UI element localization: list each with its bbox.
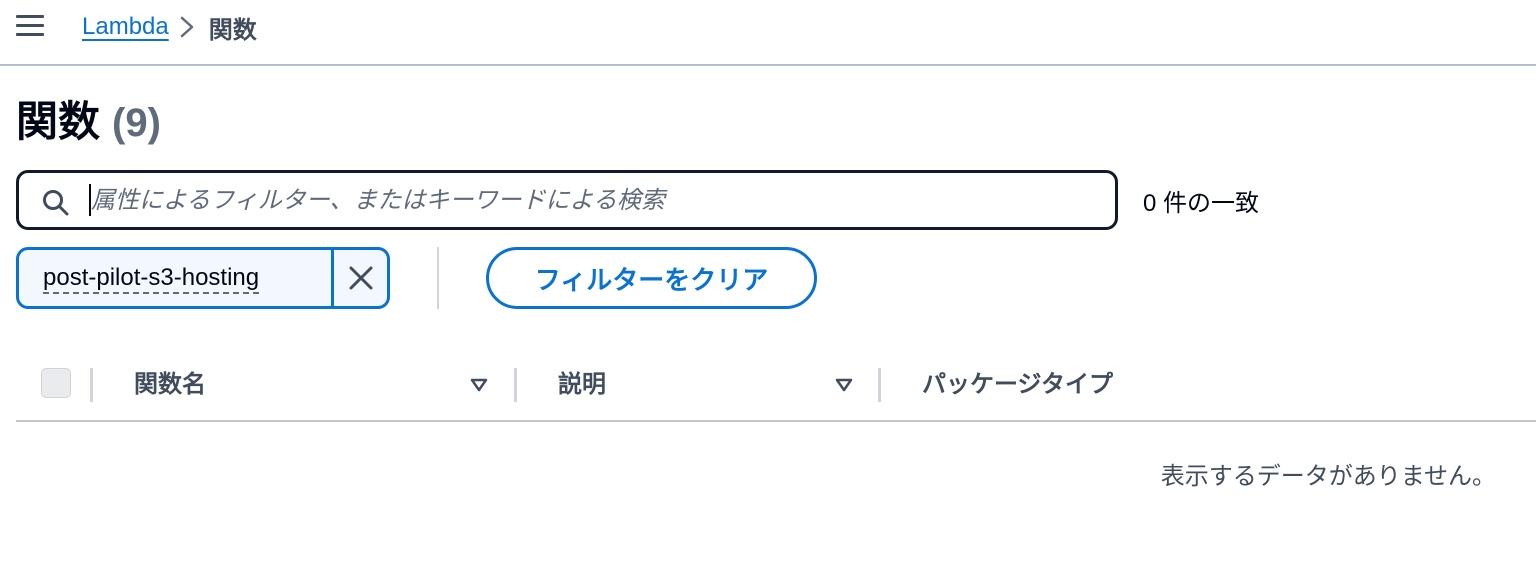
text-cursor <box>89 184 91 216</box>
close-icon <box>349 266 372 290</box>
search-icon <box>43 190 69 216</box>
page-title-text: 関数 <box>16 98 101 145</box>
sort-down-icon[interactable] <box>470 378 488 392</box>
clear-filters-button[interactable]: フィルターをクリア <box>486 247 817 309</box>
column-divider[interactable] <box>878 368 881 402</box>
sort-down-icon[interactable] <box>835 378 853 392</box>
column-header-description[interactable]: 説明 <box>558 368 606 402</box>
search-input[interactable] <box>89 181 1093 221</box>
filter-divider <box>437 247 439 309</box>
top-navigation: Lambda 関数 <box>0 0 1536 66</box>
breadcrumb: Lambda 関数 <box>82 10 257 44</box>
match-count: 0 件の一致 <box>1143 190 1260 217</box>
remove-filter-button[interactable] <box>334 250 387 306</box>
chevron-right-icon <box>169 10 209 44</box>
breadcrumb-lambda-link[interactable]: Lambda <box>82 13 169 41</box>
filter-token-label[interactable]: post-pilot-s3-hosting <box>43 264 260 294</box>
column-header-package-type[interactable]: パッケージタイプ <box>922 368 1113 402</box>
function-count: (9) <box>112 101 161 145</box>
menu-icon[interactable] <box>16 15 44 37</box>
breadcrumb-current: 関数 <box>208 16 257 44</box>
select-all-checkbox[interactable] <box>41 368 71 398</box>
page-title: 関数 (9) <box>16 94 161 151</box>
column-divider[interactable] <box>514 368 517 402</box>
column-divider <box>90 368 93 402</box>
search-field[interactable] <box>16 170 1118 230</box>
filter-token: post-pilot-s3-hosting <box>16 247 390 309</box>
table-header: 関数名 説明 パッケージタイプ <box>16 348 1536 422</box>
column-header-function-name[interactable]: 関数名 <box>134 368 206 402</box>
empty-state-message: 表示するデータがありません。 <box>1160 463 1496 490</box>
